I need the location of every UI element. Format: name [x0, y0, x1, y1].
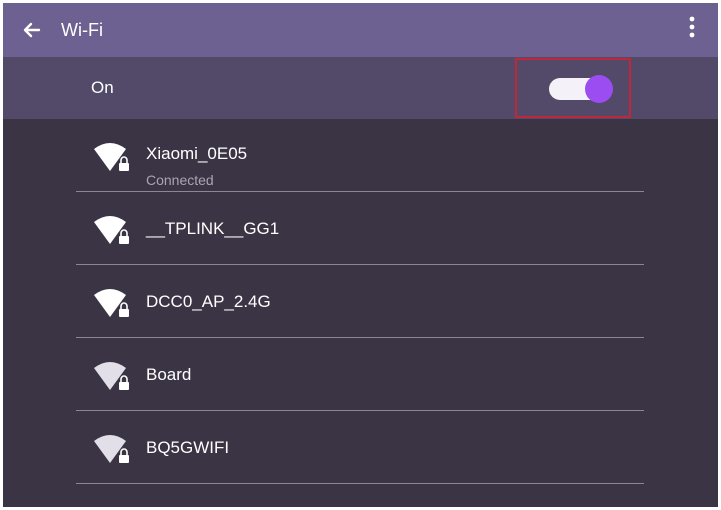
wifi-toggle-label: On — [91, 78, 114, 97]
network-list: Xiaomi_0E05 Connected __TPLINK__GG1 DCC0… — [76, 119, 644, 484]
network-name: Xiaomi_0E05 — [146, 144, 248, 163]
more-vert-icon — [689, 16, 695, 38]
wifi-locked-icon — [94, 435, 129, 463]
network-item[interactable]: Board — [76, 338, 644, 411]
wifi-locked-icon — [94, 143, 129, 171]
wifi-locked-icon — [94, 216, 129, 244]
app-bar: Wi-Fi — [3, 3, 718, 57]
wifi-locked-icon — [94, 289, 129, 317]
network-name: Board — [146, 365, 192, 384]
switch-thumb — [585, 75, 613, 103]
wifi-settings-screen: Wi-Fi On Xiaomi_0E05 Connected __TPLINK_… — [3, 3, 718, 507]
wifi-toggle-row[interactable]: On — [3, 57, 718, 119]
network-item[interactable]: __TPLINK__GG1 — [76, 192, 644, 265]
page-title: Wi-Fi — [61, 20, 103, 40]
network-item[interactable]: BQ5GWIFI — [76, 411, 644, 484]
overflow-menu-button[interactable] — [680, 13, 704, 43]
wifi-switch[interactable] — [549, 74, 613, 104]
wifi-locked-icon — [94, 362, 129, 390]
network-name: __TPLINK__GG1 — [146, 219, 280, 238]
network-item[interactable]: Xiaomi_0E05 Connected — [76, 119, 644, 192]
arrow-left-icon — [23, 22, 41, 38]
network-item[interactable]: DCC0_AP_2.4G — [76, 265, 644, 338]
network-status: Connected — [146, 172, 214, 188]
network-name: BQ5GWIFI — [146, 438, 230, 457]
network-name: DCC0_AP_2.4G — [146, 292, 271, 311]
back-button[interactable] — [17, 15, 47, 45]
